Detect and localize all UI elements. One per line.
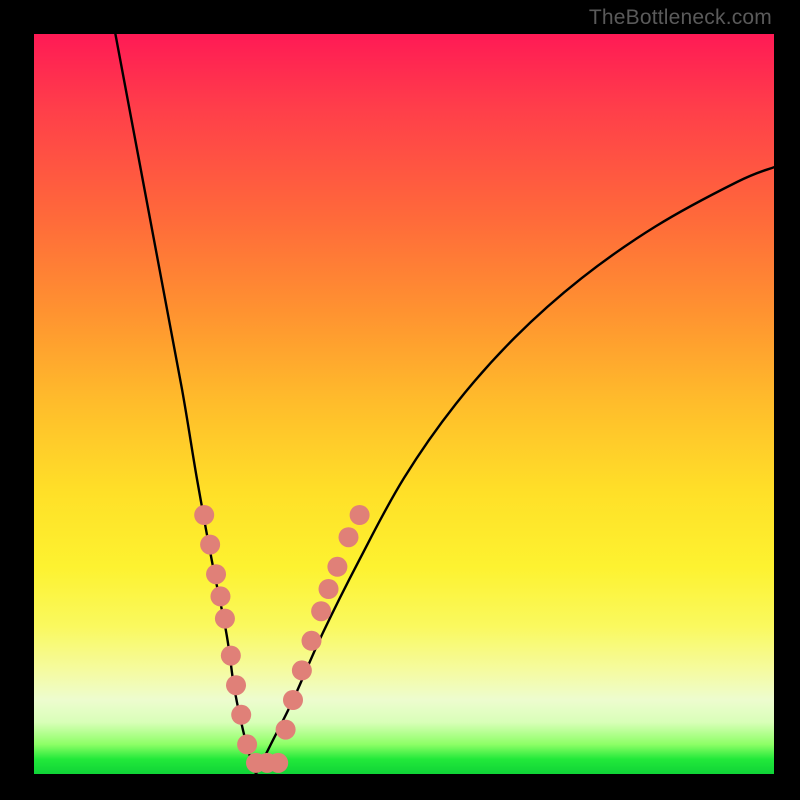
marker-dot [311,601,331,621]
marker-dot [200,535,220,555]
marker-dot [206,564,226,584]
marker-dot [215,609,235,629]
outer-frame: TheBottleneck.com [0,0,800,800]
marker-dot [226,675,246,695]
chart-svg [34,34,774,774]
marker-dot [283,690,303,710]
plot-area [34,34,774,774]
marker-dot [231,705,251,725]
marker-dot [221,646,241,666]
marker-dot [319,579,339,599]
marker-dot [268,753,288,773]
curve-right-curve [256,167,774,774]
marker-dot [237,734,257,754]
marker-dot [276,720,296,740]
marker-dot [350,505,370,525]
marker-dot [327,557,347,577]
marker-dot [210,586,230,606]
marker-dot [292,660,312,680]
marker-dot [194,505,214,525]
attribution-text: TheBottleneck.com [589,6,772,30]
marker-dot [339,527,359,547]
marker-dot [302,631,322,651]
